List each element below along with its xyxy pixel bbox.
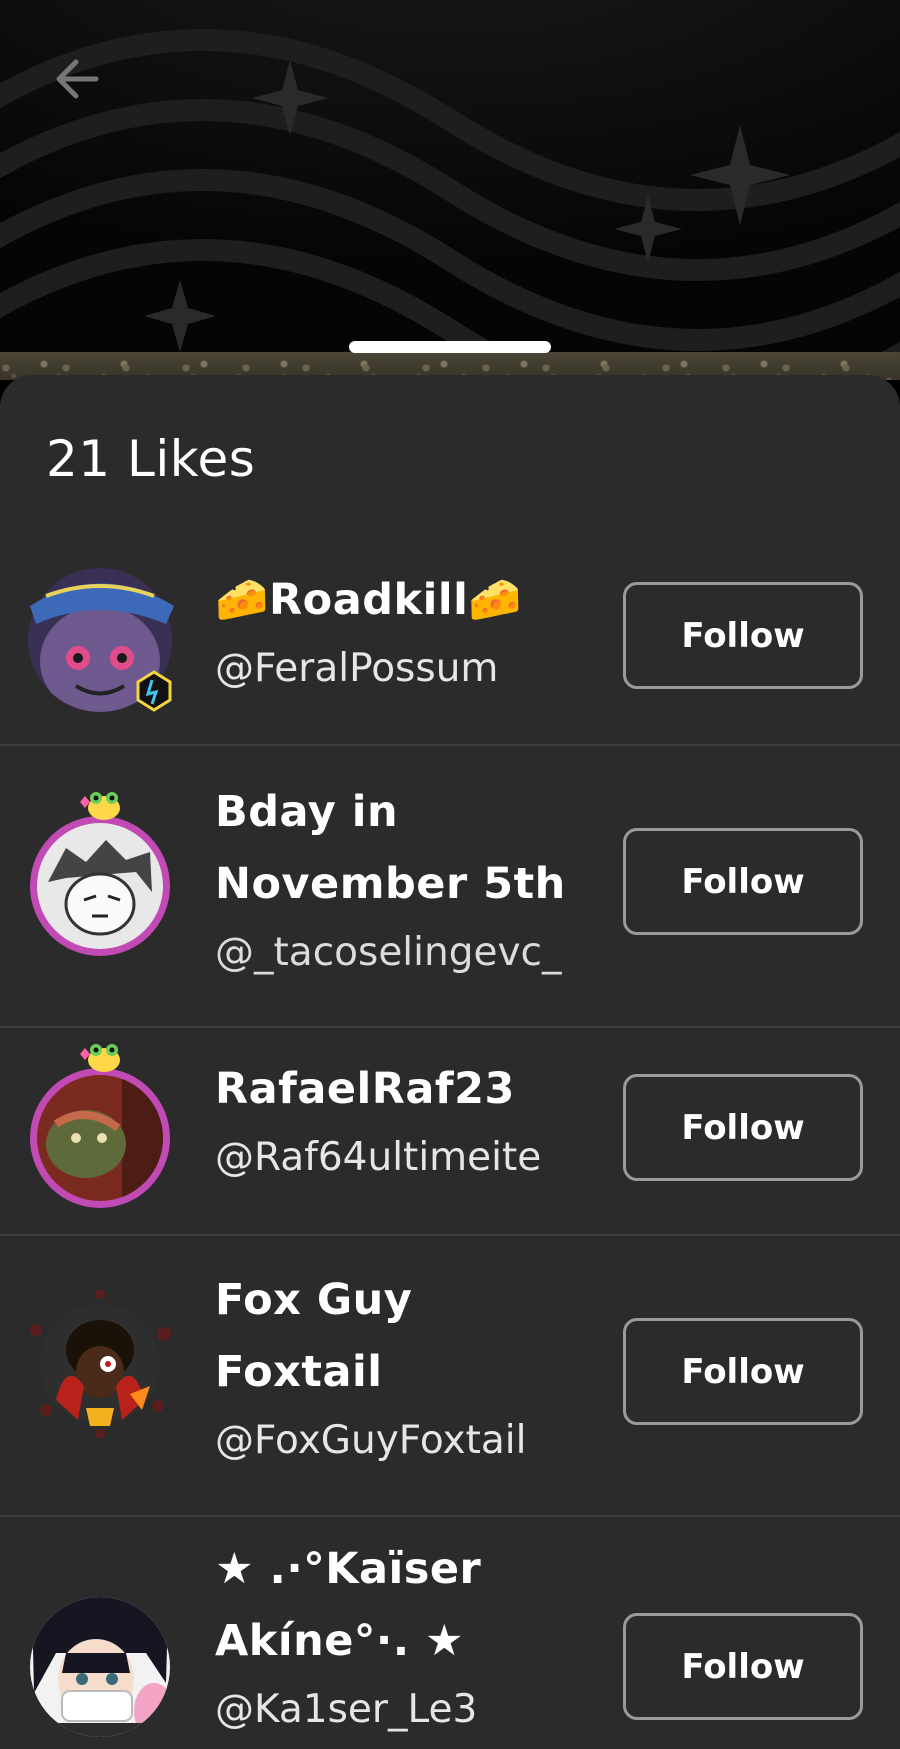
display-name: 🧀Roadkill🧀 xyxy=(215,575,523,625)
user-names: ★ .·°Kaïser Akíne°·. ★ @Ka1ser_Le3 xyxy=(215,1533,585,1743)
profile-banner xyxy=(0,0,900,380)
avatar[interactable] xyxy=(26,792,174,960)
avatar[interactable] xyxy=(26,1044,174,1212)
user-row[interactable]: RafaelRaf23 @Raf64ultimeite Follow xyxy=(0,1028,900,1236)
avatar[interactable] xyxy=(26,1593,174,1741)
display-name: Bday in November 5th xyxy=(215,787,566,909)
back-button[interactable] xyxy=(52,54,102,104)
user-names: Fox Guy Foxtail @FoxGuyFoxtail xyxy=(215,1264,585,1474)
follow-button[interactable]: Follow xyxy=(623,582,863,689)
display-name: RafaelRaf23 xyxy=(215,1064,515,1114)
avatar[interactable] xyxy=(26,566,174,714)
user-names: 🧀Roadkill🧀 @FeralPossum xyxy=(215,564,585,702)
user-names: Bday in November 5th @_tacoselingevc_ xyxy=(215,776,585,986)
user-names: RafaelRaf23 @Raf64ultimeite xyxy=(215,1053,585,1191)
user-handle: @Raf64ultimeite xyxy=(215,1135,542,1180)
user-row[interactable]: Bday in November 5th @_tacoselingevc_ Fo… xyxy=(0,746,900,1028)
frog-badge-icon xyxy=(80,792,120,820)
user-row[interactable]: 🧀Roadkill🧀 @FeralPossum Follow xyxy=(0,536,900,746)
sheet-grab-handle[interactable] xyxy=(349,341,551,353)
user-row[interactable]: Fox Guy Foxtail @FoxGuyFoxtail Follow xyxy=(0,1236,900,1517)
follow-button[interactable]: Follow xyxy=(623,1074,863,1181)
follow-button[interactable]: Follow xyxy=(623,828,863,935)
follow-button[interactable]: Follow xyxy=(623,1613,863,1720)
frog-badge-icon xyxy=(80,1044,120,1072)
arrow-left-icon xyxy=(56,59,99,99)
user-handle: @_tacoselingevc_ xyxy=(215,930,562,975)
user-handle: @Ka1ser_Le3 xyxy=(215,1687,478,1732)
follow-button[interactable]: Follow xyxy=(623,1318,863,1425)
avatar[interactable] xyxy=(26,1290,174,1438)
user-handle: @FeralPossum xyxy=(215,646,499,691)
user-handle: @FoxGuyFoxtail xyxy=(215,1418,527,1463)
likes-count-title: 21 Likes xyxy=(46,430,256,488)
user-row[interactable]: ★ .·°Kaïser Akíne°·. ★ @Ka1ser_Le3 Follo… xyxy=(0,1517,900,1749)
likes-sheet: 21 Likes 🧀Roadkill🧀 @FeralPossum Follow … xyxy=(0,375,900,1749)
display-name: ★ .·°Kaïser Akíne°·. ★ xyxy=(215,1544,482,1666)
display-name: Fox Guy Foxtail xyxy=(215,1275,413,1397)
